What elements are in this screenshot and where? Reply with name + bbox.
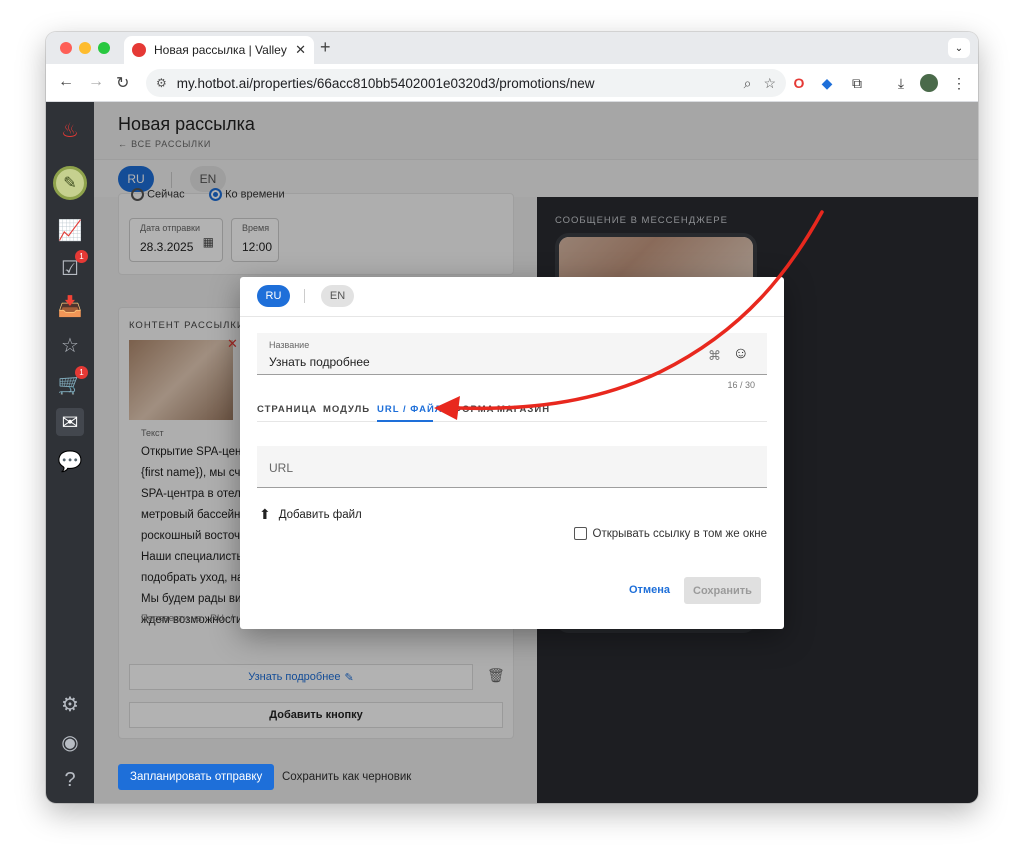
minimize-window-button[interactable]: [79, 42, 91, 54]
browser-tab[interactable]: Новая рассылка | Valley Hotel ✕: [124, 36, 314, 64]
button-name-field[interactable]: Название Узнать подробнее ⌘ ☺: [257, 333, 767, 375]
tasks-icon[interactable]: ☑ 1: [56, 250, 88, 282]
active-tab-indicator: [377, 420, 433, 422]
emoji-icon[interactable]: ☺: [733, 345, 749, 363]
tab-title: Новая рассылка | Valley Hotel: [154, 43, 289, 57]
translate-icon[interactable]: ⌘: [708, 348, 721, 364]
character-counter: 16 / 30: [727, 380, 755, 390]
cancel-button[interactable]: Отмена: [629, 584, 670, 596]
browser-toolbar: ← → ↻ ⚙ my.hotbot.ai/properties/66acc810…: [46, 64, 978, 102]
save-button[interactable]: Сохранить: [684, 577, 761, 604]
browser-window: Новая рассылка | Valley Hotel ✕ + ⌄ ← → …: [46, 32, 978, 803]
add-file-button[interactable]: ⬆ Добавить файл: [259, 506, 362, 523]
tab-module[interactable]: МОДУЛЬ: [323, 404, 370, 415]
extensions-puzzle-icon[interactable]: ⧉: [848, 74, 866, 92]
shop-cart-icon[interactable]: 🛒 1: [56, 366, 88, 398]
url-text: my.hotbot.ai/properties/66acc810bb540200…: [176, 75, 595, 91]
tab-bar: Новая рассылка | Valley Hotel ✕ + ⌄: [46, 32, 978, 64]
tab-url-file[interactable]: URL / ФАЙЛ: [377, 404, 443, 415]
settings-gear-icon[interactable]: ⚙: [56, 690, 84, 718]
inbox-icon[interactable]: 📥: [56, 292, 84, 320]
close-window-button[interactable]: [60, 42, 72, 54]
sidebar: ♨ ✎ 📈 ☑ 1 📥 ☆ 🛒 1 ✉ 💬 ⚙ ◉ ?: [46, 102, 94, 803]
modal-lang-en[interactable]: EN: [321, 285, 354, 307]
same-window-option[interactable]: Открывать ссылку в том же окне: [573, 527, 767, 540]
modal-language-bar: RU EN: [240, 277, 784, 317]
modal-lang-divider: [304, 289, 305, 303]
same-window-checkbox[interactable]: [573, 527, 587, 540]
tab-form[interactable]: ФОРМА: [453, 404, 494, 415]
hotbot-favicon-icon: [132, 43, 146, 57]
close-tab-icon[interactable]: ✕: [295, 42, 306, 58]
opera-extension-icon[interactable]: O: [790, 74, 808, 92]
chat-icon[interactable]: 💬: [56, 447, 84, 475]
address-bar[interactable]: ⚙ my.hotbot.ai/properties/66acc810bb5402…: [146, 69, 786, 97]
forward-arrow-icon[interactable]: →: [88, 73, 104, 91]
upload-icon: ⬆: [259, 506, 271, 522]
analytics-icon[interactable]: 📈: [56, 216, 84, 244]
url-placeholder: URL: [269, 461, 294, 475]
bookmark-star-icon[interactable]: ☆: [763, 75, 776, 92]
site-settings-icon[interactable]: ⚙: [156, 76, 167, 90]
button-editor-modal: RU EN Название Узнать подробнее ⌘ ☺ 16 /…: [240, 277, 784, 629]
maximize-window-button[interactable]: [98, 42, 110, 54]
new-tab-button[interactable]: +: [320, 37, 331, 58]
zoom-icon[interactable]: ⌕: [744, 75, 752, 92]
tag-extension-icon[interactable]: ◆: [818, 74, 836, 92]
property-avatar[interactable]: ✎: [53, 166, 87, 200]
download-icon[interactable]: ⤓: [892, 74, 910, 92]
tab-shop[interactable]: МАГАЗИН: [497, 404, 550, 415]
url-input[interactable]: URL: [257, 446, 767, 488]
chrome-menu-icon[interactable]: ⋮: [950, 74, 968, 92]
button-name-value: Узнать подробнее: [269, 355, 370, 369]
same-window-label: Открывать ссылку в том же окне: [592, 527, 767, 540]
tasks-badge: 1: [75, 250, 88, 263]
save-draft-button[interactable]: Сохранить как черновик: [282, 771, 411, 783]
promotions-mail-icon[interactable]: ✉: [56, 408, 84, 436]
link-type-tabs: СТРАНИЦА МОДУЛЬ URL / ФАЙЛ ФОРМА МАГАЗИН: [257, 394, 767, 422]
add-file-label: Добавить файл: [278, 508, 362, 521]
tab-page[interactable]: СТРАНИЦА: [257, 404, 317, 415]
reload-icon[interactable]: ↻: [116, 73, 129, 93]
tab-search-button[interactable]: ⌄: [948, 38, 970, 58]
schedule-send-button[interactable]: Запланировать отправку: [118, 764, 275, 790]
help-icon[interactable]: ?: [56, 766, 84, 794]
profile-avatar[interactable]: [920, 74, 938, 92]
account-icon[interactable]: ◉: [56, 728, 84, 756]
hotbot-logo-icon[interactable]: ♨: [56, 116, 84, 144]
reviews-icon[interactable]: ☆: [56, 331, 84, 359]
button-name-label: Название: [269, 340, 310, 350]
shop-badge: 1: [75, 366, 88, 379]
back-arrow-icon[interactable]: ←: [58, 73, 74, 91]
modal-lang-ru[interactable]: RU: [257, 285, 290, 307]
